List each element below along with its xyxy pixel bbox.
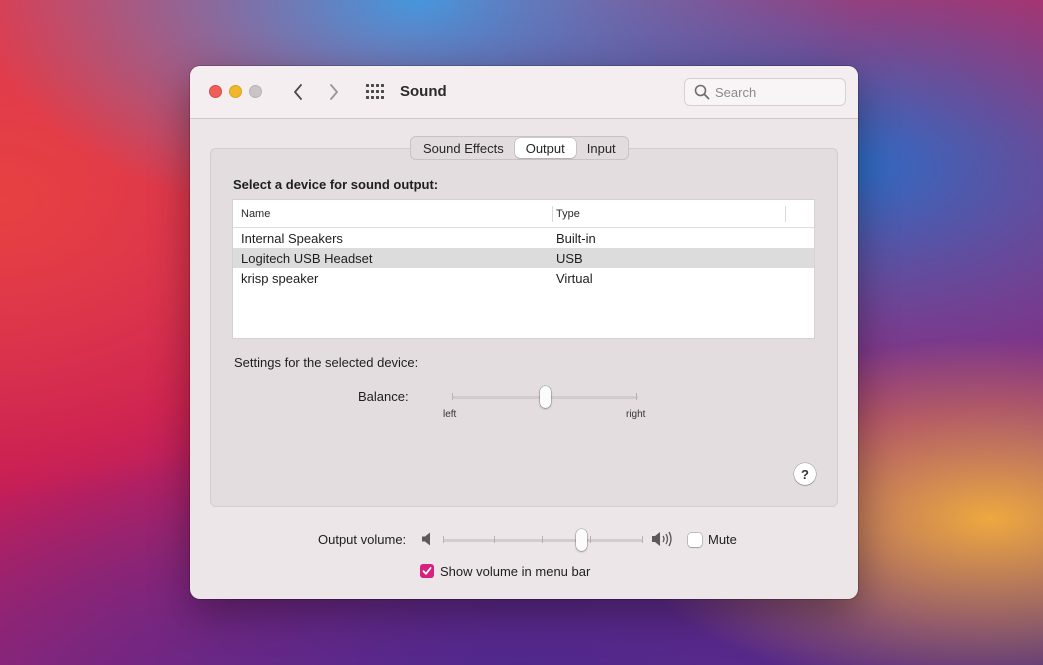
device-type: Built-in xyxy=(556,231,596,246)
column-divider[interactable] xyxy=(552,206,553,222)
back-button[interactable] xyxy=(287,80,309,104)
slider-tick xyxy=(494,536,495,543)
output-device-table[interactable]: Name Type Internal Speakers Built-in Log… xyxy=(232,199,815,339)
speaker-low-icon xyxy=(422,532,430,546)
window-title: Sound xyxy=(400,83,447,100)
forward-chevron-icon xyxy=(330,84,338,100)
table-row-selected[interactable]: Logitech USB Headset USB xyxy=(233,248,814,268)
device-type: USB xyxy=(556,251,583,266)
device-settings-heading: Settings for the selected device: xyxy=(234,355,419,370)
minimize-button[interactable] xyxy=(229,85,242,98)
grid-icon xyxy=(366,84,384,99)
search-field[interactable] xyxy=(684,78,846,106)
balance-slider-thumb[interactable] xyxy=(539,386,551,408)
tab-output[interactable]: Output xyxy=(514,138,576,158)
tab-input[interactable]: Input xyxy=(576,138,627,158)
balance-right-label: right xyxy=(626,409,646,420)
mute-label[interactable]: Mute xyxy=(708,532,737,547)
slider-tick xyxy=(452,393,453,400)
zoom-button[interactable] xyxy=(249,85,262,98)
device-name: krisp speaker xyxy=(241,271,319,286)
search-input[interactable] xyxy=(715,83,839,101)
slider-tick xyxy=(636,393,637,400)
balance-left-label: left xyxy=(443,409,457,420)
output-volume-label: Output volume: xyxy=(318,532,407,547)
checkmark-icon xyxy=(422,567,432,575)
help-button[interactable]: ? xyxy=(794,463,816,485)
show-volume-label[interactable]: Show volume in menu bar xyxy=(440,564,590,579)
search-icon xyxy=(694,84,710,100)
show-volume-checkbox[interactable] xyxy=(420,564,434,578)
slider-tick xyxy=(542,536,543,543)
title-bar: Sound xyxy=(190,66,858,119)
volume-slider-thumb[interactable] xyxy=(575,529,587,551)
table-row[interactable]: Internal Speakers Built-in xyxy=(233,228,814,248)
volume-slider-track[interactable] xyxy=(443,539,643,542)
table-header: Name Type xyxy=(233,200,814,228)
speaker-high-icon xyxy=(652,531,672,547)
tab-sound-effects[interactable]: Sound Effects xyxy=(412,138,515,158)
device-name: Internal Speakers xyxy=(241,231,343,246)
tab-bar: Sound Effects Output Input xyxy=(410,136,629,160)
slider-tick xyxy=(590,536,591,543)
slider-tick xyxy=(443,536,444,543)
back-chevron-icon xyxy=(294,84,302,100)
column-divider[interactable] xyxy=(785,206,786,222)
table-row[interactable]: krisp speaker Virtual xyxy=(233,268,814,288)
device-name: Logitech USB Headset xyxy=(241,251,373,266)
column-header-name[interactable]: Name xyxy=(241,208,270,220)
mute-checkbox[interactable] xyxy=(688,533,702,547)
slider-tick xyxy=(642,536,643,543)
show-all-button[interactable] xyxy=(365,83,385,101)
select-device-heading: Select a device for sound output: xyxy=(233,177,439,192)
close-button[interactable] xyxy=(209,85,222,98)
forward-button[interactable] xyxy=(323,80,345,104)
balance-label: Balance: xyxy=(358,389,409,404)
device-type: Virtual xyxy=(556,271,593,286)
column-header-type[interactable]: Type xyxy=(556,208,580,220)
sound-preferences-window: Sound Sound Effects Output Input Select … xyxy=(190,66,858,599)
